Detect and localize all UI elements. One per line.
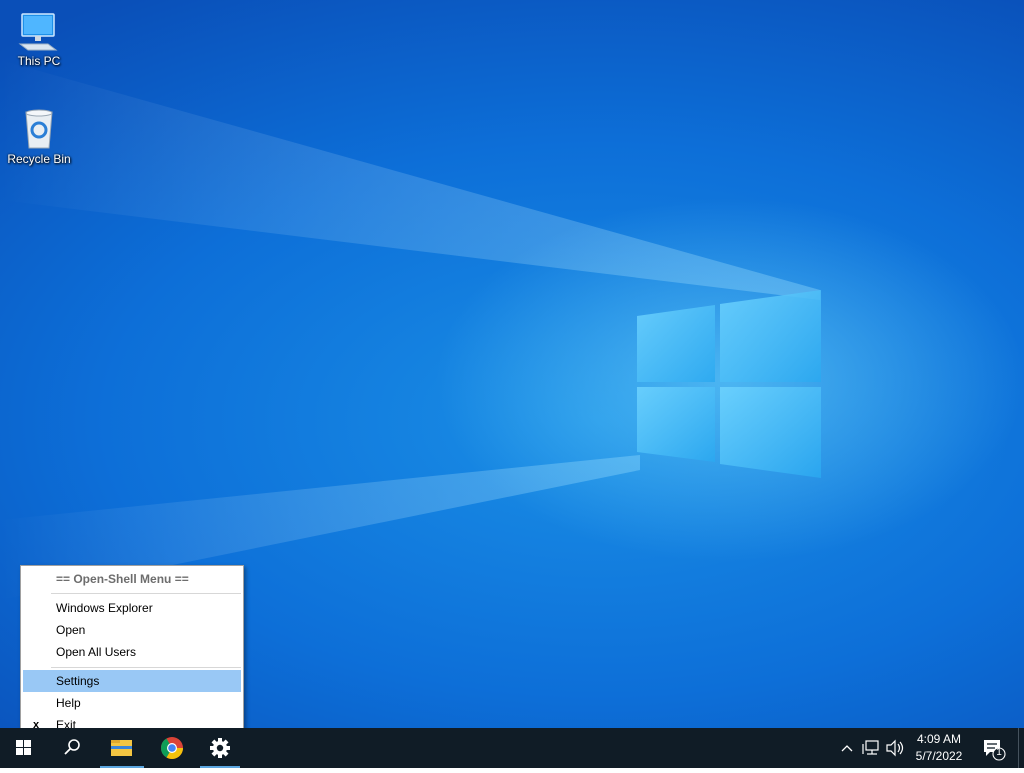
desktop-icon-this-pc[interactable]: This PC <box>1 10 77 68</box>
search-button[interactable] <box>48 728 96 768</box>
open-shell-context-menu: == Open-Shell Menu == Windows Explorer O… <box>20 565 244 739</box>
menu-separator <box>51 667 241 668</box>
menu-item-label: Help <box>56 696 81 710</box>
clock-date: 5/7/2022 <box>915 749 963 763</box>
chrome-icon <box>161 737 183 759</box>
menu-item-windows-explorer[interactable]: Windows Explorer <box>23 597 241 619</box>
taskbar-settings[interactable] <box>198 728 242 768</box>
taskbar-chrome[interactable] <box>148 728 196 768</box>
notification-count-badge: 1 <box>996 747 1002 758</box>
clock-time: 4:09 AM <box>916 732 962 746</box>
menu-item-label: Open <box>56 623 86 637</box>
chevron-up-icon <box>841 745 853 752</box>
menu-item-open-all-users[interactable]: Open All Users <box>23 641 241 663</box>
computer-icon <box>18 10 60 52</box>
volume-icon <box>886 739 904 757</box>
search-icon <box>64 739 80 755</box>
desktop-icon-recycle-bin[interactable]: Recycle Bin <box>1 108 77 166</box>
start-button[interactable] <box>0 728 48 768</box>
gear-icon <box>210 738 230 758</box>
tray-overflow-button[interactable] <box>838 728 856 768</box>
taskbar-file-explorer[interactable] <box>98 728 146 768</box>
taskbar: 4:09 AM 5/7/2022 1 <box>0 728 1024 768</box>
tray-clock[interactable]: 4:09 AM 5/7/2022 <box>910 728 968 768</box>
tray-volume-button[interactable] <box>884 728 906 768</box>
show-desktop-button[interactable] <box>1018 728 1024 768</box>
menu-header: == Open-Shell Menu == <box>56 572 189 586</box>
folder-icon <box>111 740 132 756</box>
menu-item-label: Open All Users <box>56 645 137 659</box>
menu-separator <box>51 593 241 594</box>
menu-item-label: Settings <box>56 674 100 688</box>
menu-item-label: Windows Explorer <box>56 601 153 615</box>
menu-item-open[interactable]: Open <box>23 619 241 641</box>
action-center-button[interactable]: 1 <box>976 728 1010 768</box>
tray-network-button[interactable] <box>860 728 882 768</box>
menu-item-help[interactable]: Help <box>23 692 241 714</box>
desktop-icon-label: This PC <box>17 54 61 68</box>
network-icon <box>862 740 879 755</box>
recycle-bin-icon <box>18 108 60 150</box>
menu-item-settings[interactable]: Settings <box>23 670 241 692</box>
windows-logo-icon <box>16 740 31 755</box>
desktop-icon-label: Recycle Bin <box>7 152 71 166</box>
